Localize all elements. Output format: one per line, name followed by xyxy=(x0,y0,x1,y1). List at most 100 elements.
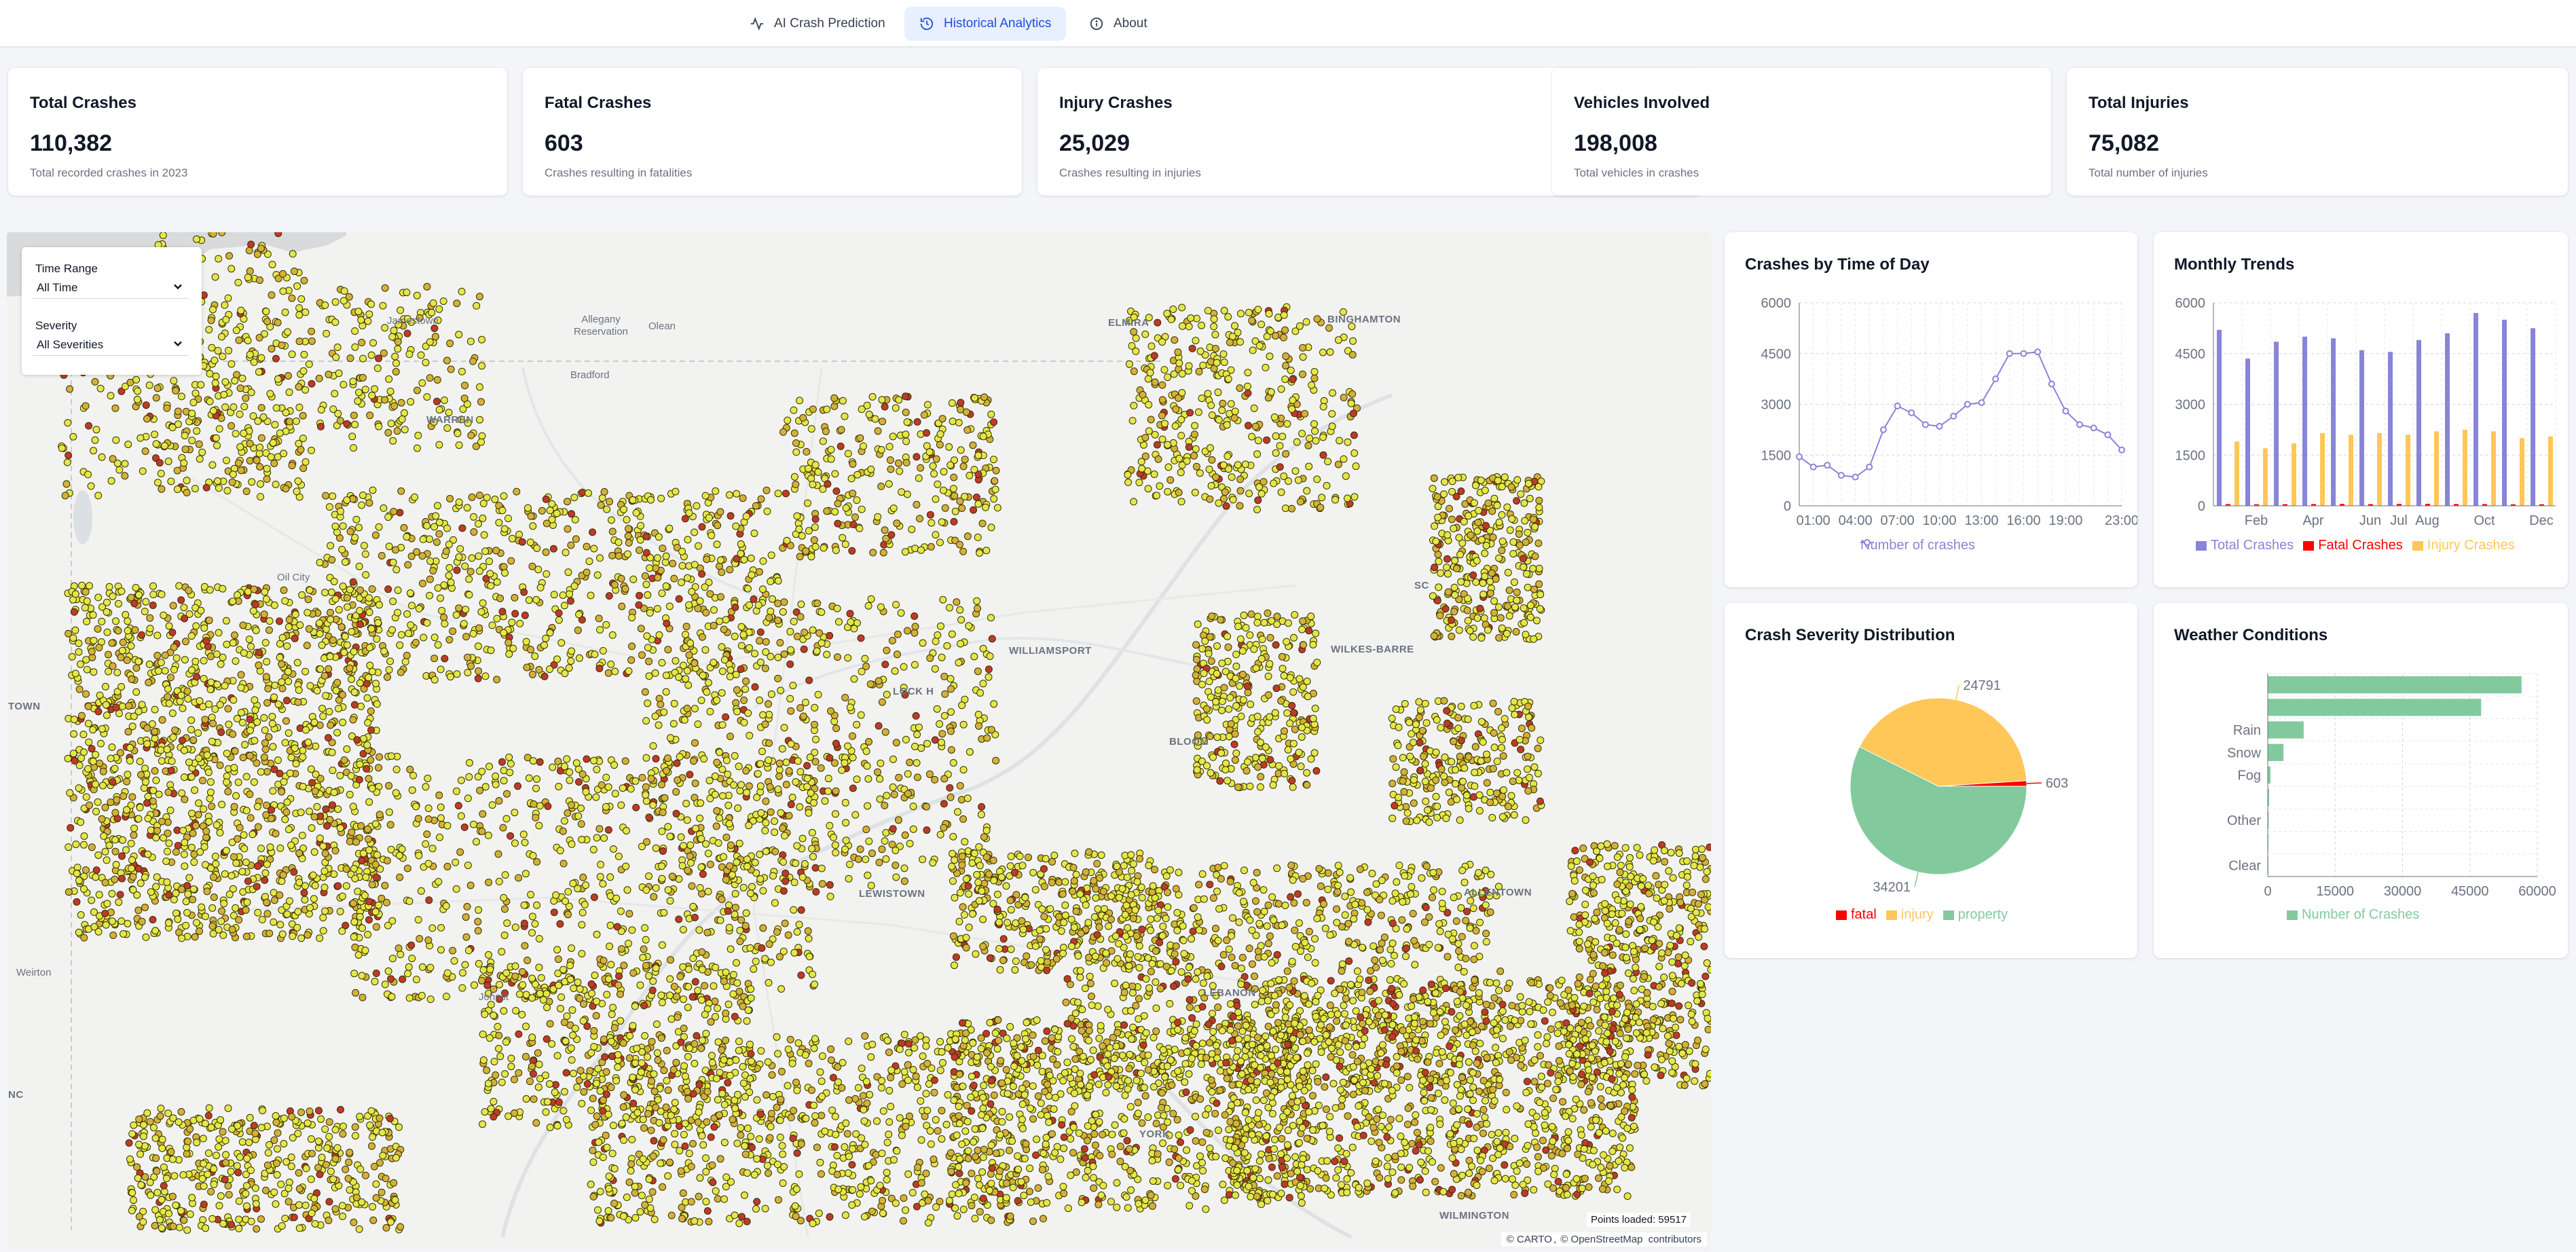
crash-point xyxy=(1145,427,1153,435)
crash-point xyxy=(1319,348,1327,356)
crash-point xyxy=(790,429,798,437)
crash-point xyxy=(1291,725,1299,733)
crash-point xyxy=(1241,460,1249,468)
crash-point xyxy=(477,398,485,406)
crash-point xyxy=(875,858,883,866)
crash-point xyxy=(1141,434,1149,442)
crash-point xyxy=(70,730,78,738)
crash-point xyxy=(215,484,223,492)
crash-point xyxy=(1231,730,1239,738)
crash-point xyxy=(538,507,546,515)
crash-point xyxy=(1498,511,1506,519)
crash-point xyxy=(716,508,724,516)
crash-point xyxy=(480,531,488,539)
crash-point xyxy=(108,639,116,647)
crash-point xyxy=(827,707,834,715)
crash-point xyxy=(463,504,471,512)
crash-point xyxy=(1432,776,1440,784)
crash-point xyxy=(1498,547,1506,555)
crash-point xyxy=(1174,348,1182,356)
crash-point xyxy=(349,716,357,724)
crash-point xyxy=(278,678,286,686)
crash-point xyxy=(331,847,339,855)
crash-point xyxy=(1457,578,1465,586)
crash-point xyxy=(1476,604,1484,612)
crash-point xyxy=(814,691,822,699)
crash-point xyxy=(123,777,131,786)
crash-point xyxy=(988,635,996,643)
crash-point xyxy=(473,301,481,310)
crash-point xyxy=(221,870,229,878)
crash-point xyxy=(123,656,131,664)
crash-point xyxy=(608,516,615,524)
crash-point xyxy=(832,810,839,818)
crash-point xyxy=(572,535,580,543)
crash-point xyxy=(900,663,908,671)
crash-point xyxy=(118,874,126,883)
tab-ai-crash-prediction[interactable]: AI Crash Prediction xyxy=(735,7,900,41)
crash-point xyxy=(336,908,344,915)
crash-point xyxy=(895,773,903,781)
crash-point xyxy=(600,487,608,496)
crash-point xyxy=(947,708,955,716)
crash-point xyxy=(740,696,748,704)
crash-point xyxy=(255,368,263,376)
crash-point xyxy=(90,668,98,676)
crash-point xyxy=(694,720,702,729)
crash-point xyxy=(108,889,116,898)
crash-point xyxy=(716,748,724,756)
crash-point xyxy=(878,845,886,853)
crash-point xyxy=(91,436,99,444)
crash-point xyxy=(1448,632,1456,640)
crash-point xyxy=(792,439,800,447)
crash-point xyxy=(196,697,204,705)
crash-point xyxy=(349,803,357,811)
crash-point xyxy=(441,655,449,663)
crash-point xyxy=(756,760,765,768)
crash-point xyxy=(809,405,817,413)
crash-point xyxy=(246,790,254,798)
crash-point xyxy=(593,571,602,579)
history-icon xyxy=(920,17,934,31)
crash-point xyxy=(327,615,335,623)
crash-map[interactable]: Jamestown Allegany Reservation Olean Bra… xyxy=(7,232,1711,1251)
crash-point xyxy=(208,344,216,352)
crash-point xyxy=(1266,713,1274,721)
crash-point xyxy=(311,787,319,795)
crash-point xyxy=(1280,671,1288,680)
crash-point xyxy=(71,626,79,634)
tab-about[interactable]: About xyxy=(1074,7,1162,41)
crash-point xyxy=(718,643,726,651)
crash-point xyxy=(923,429,931,437)
crash-point xyxy=(665,602,674,610)
crash-point xyxy=(583,542,591,551)
crash-point xyxy=(293,282,301,290)
crash-point xyxy=(168,710,177,717)
crash-point xyxy=(430,676,439,684)
tab-historical-analytics[interactable]: Historical Analytics xyxy=(904,7,1067,41)
crash-point xyxy=(465,575,473,583)
crash-point xyxy=(847,475,855,483)
crash-point xyxy=(742,767,750,775)
tab-label: Historical Analytics xyxy=(944,16,1052,31)
crash-point xyxy=(790,617,798,625)
crash-point xyxy=(643,632,651,640)
crash-point xyxy=(234,459,242,467)
crash-point xyxy=(965,622,973,630)
crash-point xyxy=(263,801,270,809)
crash-point xyxy=(524,504,532,512)
crash-point xyxy=(1451,591,1459,599)
crash-point xyxy=(403,289,411,297)
crash-point xyxy=(1494,477,1502,485)
crash-point xyxy=(774,490,782,498)
crash-point xyxy=(412,639,420,646)
crash-point xyxy=(232,792,240,800)
crash-point xyxy=(278,788,286,796)
crash-point xyxy=(925,448,934,456)
crash-point xyxy=(1232,702,1240,710)
crash-point xyxy=(184,695,192,703)
crash-point xyxy=(1489,699,1497,707)
crash-point xyxy=(761,664,769,672)
crash-point xyxy=(172,654,181,662)
crash-point xyxy=(746,601,754,609)
